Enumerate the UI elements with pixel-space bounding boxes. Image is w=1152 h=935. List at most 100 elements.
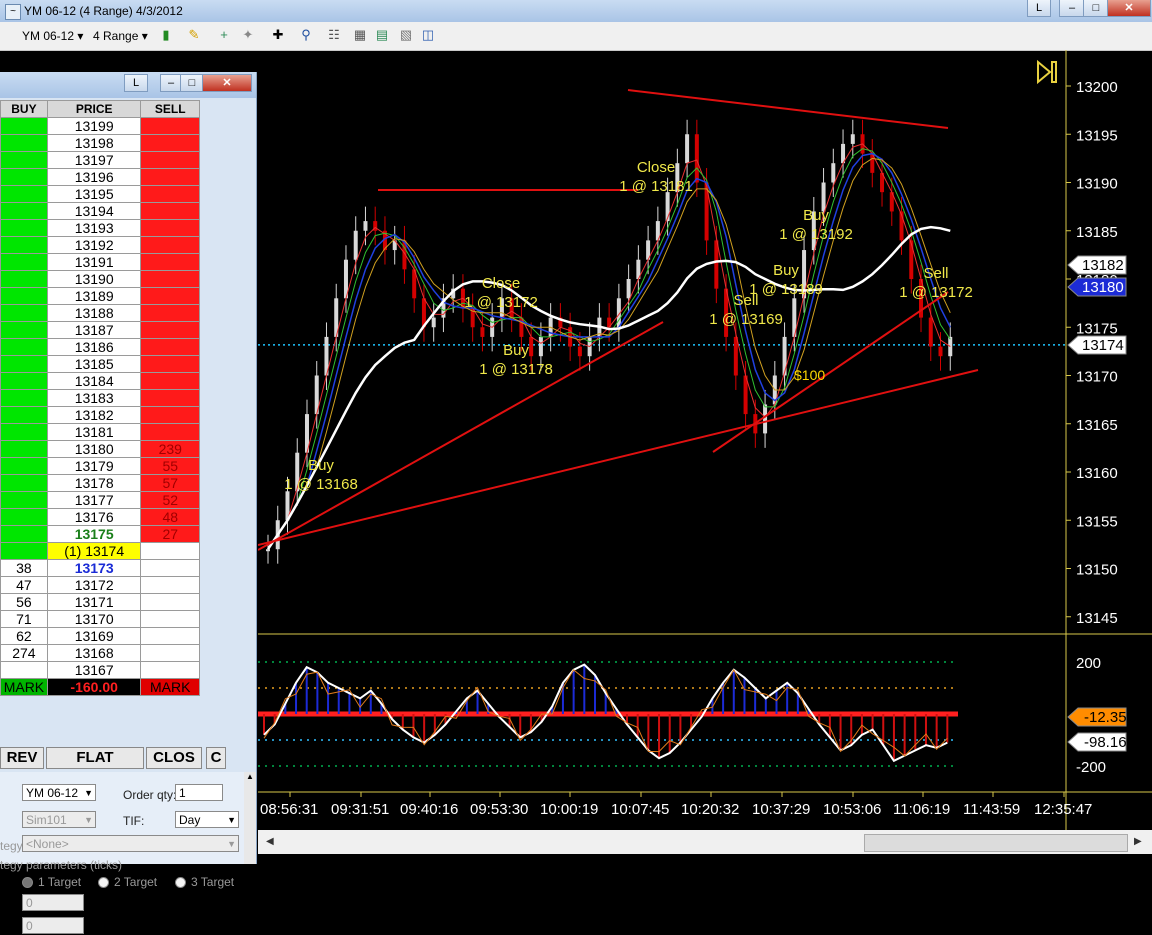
sell-cell[interactable] xyxy=(140,389,200,407)
scroll-left-icon[interactable]: ◀ xyxy=(266,836,274,847)
properties-icon[interactable]: ☷ xyxy=(326,27,342,43)
ladder-row[interactable]: 13184 xyxy=(0,372,200,390)
ladder-row[interactable]: 13185 xyxy=(0,355,200,373)
buy-cell[interactable] xyxy=(0,542,48,560)
close-position-button[interactable]: CLOS xyxy=(146,747,202,769)
flatten-button[interactable]: FLAT xyxy=(46,747,144,769)
export-icon[interactable]: ▤ xyxy=(374,27,390,43)
sell-cell[interactable] xyxy=(140,355,200,373)
price-cell[interactable]: 13187 xyxy=(46,321,142,339)
buy-cell[interactable]: 62 xyxy=(0,627,48,645)
candlestick-icon[interactable]: ▮ xyxy=(158,27,174,43)
buy-cell[interactable] xyxy=(0,236,48,254)
buy-cell[interactable] xyxy=(0,219,48,237)
ladder-row[interactable]: 71 13170 xyxy=(0,610,200,628)
price-chart[interactable]: 13200 13195 13190 13185 13180 13175 13170 13165… xyxy=(258,50,1152,830)
sell-cell[interactable] xyxy=(140,151,200,169)
sell-cell[interactable] xyxy=(140,219,200,237)
sell-cell[interactable]: 27 xyxy=(140,525,200,543)
ladder-row[interactable]: 13175 27 xyxy=(0,525,200,543)
price-cell[interactable]: 13178 xyxy=(46,474,142,492)
ladder-row[interactable]: 274 13168 xyxy=(0,644,200,662)
sell-cell[interactable] xyxy=(140,321,200,339)
price-cell[interactable]: 13198 xyxy=(46,134,142,152)
buy-cell[interactable] xyxy=(0,321,48,339)
sell-cell[interactable] xyxy=(140,576,200,594)
sell-cell[interactable]: 48 xyxy=(140,508,200,526)
ladder-row[interactable]: 13191 xyxy=(0,253,200,271)
sell-cell[interactable]: 55 xyxy=(140,457,200,475)
ladder-row[interactable]: 13194 xyxy=(0,202,200,220)
buy-cell[interactable] xyxy=(0,304,48,322)
ladder-row[interactable]: 13197 xyxy=(0,151,200,169)
price-cell[interactable]: 13176 xyxy=(46,508,142,526)
buy-cell[interactable]: 47 xyxy=(0,576,48,594)
templates-icon[interactable]: ▧ xyxy=(398,27,414,43)
sell-cell[interactable] xyxy=(140,644,200,662)
buy-cell[interactable] xyxy=(0,355,48,373)
sell-cell[interactable] xyxy=(140,627,200,645)
ladder-row[interactable]: 13193 xyxy=(0,219,200,237)
window-layout-icon[interactable]: ◫ xyxy=(420,27,436,43)
target-3-radio[interactable] xyxy=(175,877,186,888)
ladder-row[interactable]: 13187 xyxy=(0,321,200,339)
price-cell[interactable]: 13177 xyxy=(46,491,142,509)
sell-cell[interactable] xyxy=(140,542,200,560)
price-cell[interactable]: 13167 xyxy=(46,661,142,679)
buy-cell[interactable] xyxy=(0,423,48,441)
ladder-row[interactable]: 13188 xyxy=(0,304,200,322)
price-cell[interactable]: 13196 xyxy=(46,168,142,186)
ladder-row[interactable]: 13180 239 xyxy=(0,440,200,458)
target-1-radio[interactable] xyxy=(22,877,33,888)
price-cell[interactable]: 13183 xyxy=(46,389,142,407)
price-cell[interactable]: 13199 xyxy=(46,117,142,135)
ladder-row[interactable]: 13192 xyxy=(0,236,200,254)
target-field-a[interactable]: 0 xyxy=(22,894,84,911)
ladder-row[interactable]: 13186 xyxy=(0,338,200,356)
price-cell[interactable]: 13170 xyxy=(46,610,142,628)
price-cell[interactable]: 13169 xyxy=(46,627,142,645)
price-cell[interactable]: 13189 xyxy=(46,287,142,305)
price-cell[interactable]: 13172 xyxy=(46,576,142,594)
buy-cell[interactable] xyxy=(0,525,48,543)
order-qty-input[interactable]: 1 xyxy=(175,784,223,801)
ladder-row[interactable]: (1) 13174 xyxy=(0,542,200,560)
tif-select[interactable]: Day ▼ xyxy=(175,811,239,828)
price-cell[interactable]: 13188 xyxy=(46,304,142,322)
ladder-row[interactable]: 38 13173 xyxy=(0,559,200,577)
ladder-row[interactable]: 13198 xyxy=(0,134,200,152)
ladder-row[interactable]: 13176 48 xyxy=(0,508,200,526)
buy-cell[interactable] xyxy=(0,338,48,356)
ladder-row[interactable]: 13177 52 xyxy=(0,491,200,509)
price-cell[interactable]: 13179 xyxy=(46,457,142,475)
price-cell[interactable]: 13193 xyxy=(46,219,142,237)
buy-cell[interactable] xyxy=(0,287,48,305)
buy-cell[interactable] xyxy=(0,151,48,169)
reverse-button[interactable]: REV xyxy=(0,747,44,769)
ladder-row[interactable]: 13183 xyxy=(0,389,200,407)
dom-maximize-icon[interactable]: □ xyxy=(180,74,204,92)
sell-cell[interactable] xyxy=(140,236,200,254)
price-ladder[interactable]: BUY PRICE SELL 13199 13198 13197 13196 13195… xyxy=(0,100,200,696)
dom-link-button[interactable]: L xyxy=(124,74,148,92)
price-cell[interactable]: 13181 xyxy=(46,423,142,441)
sell-cell[interactable]: 239 xyxy=(140,440,200,458)
ladder-row[interactable]: 13195 xyxy=(0,185,200,203)
buy-cell[interactable] xyxy=(0,185,48,203)
dom-minimize-icon[interactable]: – xyxy=(160,74,182,92)
ladder-row[interactable]: 47 13172 xyxy=(0,576,200,594)
buy-cell[interactable] xyxy=(0,134,48,152)
buy-cell[interactable] xyxy=(0,117,48,135)
price-cell[interactable]: 13175 xyxy=(46,525,142,543)
sell-cell[interactable] xyxy=(140,661,200,679)
buy-cell[interactable] xyxy=(0,406,48,424)
maximize-icon[interactable]: □ xyxy=(1083,0,1109,17)
horizontal-scrollbar[interactable]: ◀ ▶ xyxy=(258,830,1152,854)
price-cell[interactable]: 13190 xyxy=(46,270,142,288)
sell-cell[interactable]: 57 xyxy=(140,474,200,492)
sell-cell[interactable] xyxy=(140,168,200,186)
sell-cell[interactable] xyxy=(140,593,200,611)
sell-cell[interactable] xyxy=(140,372,200,390)
buy-cell[interactable] xyxy=(0,389,48,407)
crosshair-icon[interactable]: ✚ xyxy=(270,27,286,43)
